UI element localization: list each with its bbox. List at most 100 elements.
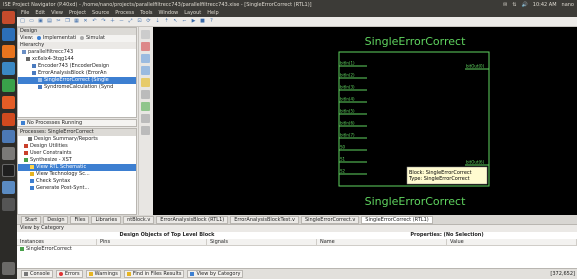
process-view-rtl[interactable]: View RTL Schematic [18,164,136,171]
tree-item-encoder[interactable]: Encoder743 (EncoderDesign [18,63,136,70]
add-source-icon[interactable] [141,78,150,87]
block-outline[interactable] [338,51,490,187]
wire-icon[interactable]: ⌐ [181,18,188,25]
collapse-icon[interactable] [141,66,150,75]
print-icon[interactable]: ▤ [46,18,53,25]
network-icon[interactable]: ⇅ [512,2,516,8]
mail-icon[interactable]: ✉ [503,2,507,8]
tab-libraries[interactable]: Libraries [91,215,122,224]
tab-design[interactable]: Design [43,215,69,224]
new-icon[interactable]: □ [19,18,26,25]
zoom-fit-icon[interactable]: ⤢ [127,18,134,25]
ubuntu-one-icon[interactable] [2,130,15,143]
run-process-icon[interactable] [141,102,150,111]
menu-edit[interactable]: Edit [35,10,45,16]
find-results-tab[interactable]: Find in Files Results [123,270,185,278]
console-tab[interactable]: Console [21,270,53,278]
simulation-option[interactable]: Simulat [86,35,105,41]
redo-icon[interactable]: ↷ [100,18,107,25]
properties-icon[interactable] [141,90,150,99]
implementation-radio-icon[interactable] [36,35,41,40]
software-center-icon[interactable] [2,113,15,126]
save-icon[interactable]: ▣ [37,18,44,25]
pop-icon[interactable]: ⇡ [163,18,170,25]
errors-tab[interactable]: Errors [55,270,83,278]
stop-process-icon[interactable] [141,126,150,135]
zoom-out-icon[interactable]: － [118,18,125,25]
tab-erroranalysis-test[interactable]: ErrorAnalysisBlockTest.v [230,215,299,224]
col-signals[interactable]: Signals [207,239,317,245]
terminal-icon[interactable] [2,164,15,177]
process-synthesize[interactable]: Synthesize - XST [18,157,136,164]
files-icon[interactable] [2,28,15,41]
menu-file[interactable]: File [21,10,29,16]
menu-layout[interactable]: Layout [184,10,201,16]
impress-icon[interactable] [2,96,15,109]
col-pins[interactable]: Pins [97,239,207,245]
trash-icon[interactable] [2,262,15,275]
user-name[interactable]: nano [562,2,574,8]
col-instances[interactable]: Instances [17,239,97,245]
open-icon[interactable]: ▭ [28,18,35,25]
tree-item-singleerrorcorrect[interactable]: SingleErrorCorrect (Single [18,77,136,84]
process-design-summary[interactable]: Design Summary/Reports [18,136,136,143]
stop-icon[interactable]: ■ [199,18,206,25]
col-value[interactable]: Value [447,239,577,245]
menu-help[interactable]: Help [207,10,218,16]
warnings-tab[interactable]: Warnings [85,270,121,278]
run-icon[interactable]: ▶ [190,18,197,25]
pin-icon[interactable] [141,30,150,39]
dash-icon[interactable] [2,11,15,24]
undo-icon[interactable]: ↶ [91,18,98,25]
cut-icon[interactable]: ✂ [55,18,62,25]
process-generate-post[interactable]: Generate Post-Synt... [18,185,136,192]
zoom-in-icon[interactable]: ＋ [109,18,116,25]
process-design-utilities[interactable]: Design Utilities [18,143,136,150]
process-view-tech[interactable]: View Technology Sc... [18,171,136,178]
workspace-icon[interactable] [2,198,15,211]
tab-erroranalysis-rtl[interactable]: ErrorAnalysisBlock (RTL1) [156,215,229,224]
tree-item-project[interactable]: parallelfiltrecc743 [18,49,136,56]
tab-files[interactable]: Files [70,215,90,224]
copy-icon[interactable]: ❐ [64,18,71,25]
refresh-icon[interactable]: ⟳ [145,18,152,25]
firefox-icon[interactable] [2,45,15,58]
select-icon[interactable]: ↖ [172,18,179,25]
tree-item-device[interactable]: xc6slx4-3tqg144 [18,56,136,63]
calc-icon[interactable] [2,79,15,92]
close-panel-icon[interactable] [141,42,150,51]
schematic-canvas[interactable]: SingleErrorCorrect bitIn(1) bitIn(2) bitIn… [153,27,577,215]
menu-process[interactable]: Process [115,10,134,16]
menu-project[interactable]: Project [69,10,86,16]
tab-singleerrorcorrect-v[interactable]: SingleErrorCorrect.v [300,215,360,224]
menu-tools[interactable]: Tools [140,10,152,16]
tree-item-erroranalysis[interactable]: ErrorAnalysisBlock (ErrorAn [18,70,136,77]
menu-window[interactable]: Window [159,10,179,16]
tree-item-syndrome[interactable]: SyndromeCalculation (Synd [18,84,136,91]
volume-icon[interactable]: 🔊 [522,2,528,8]
expand-icon[interactable] [141,54,150,63]
process-user-constraints[interactable]: User Constraints [18,150,136,157]
tab-singleerrorcorrect-rtl[interactable]: SingleErrorCorrect (RTL1) [361,215,433,224]
process-check-syntax[interactable]: Check Syntax [18,178,136,185]
delete-icon[interactable]: ✕ [82,18,89,25]
tab-ntblock[interactable]: ntBlock.v [123,215,155,224]
settings-icon[interactable] [2,147,15,160]
ise-icon[interactable] [2,181,15,194]
implementation-option[interactable]: Implementati [43,35,76,41]
view-by-category-tab[interactable]: View by Category [187,270,244,278]
menu-view[interactable]: View [51,10,63,16]
tools-icon [24,143,28,148]
rerun-icon[interactable] [141,114,150,123]
tab-start[interactable]: Start [21,215,42,224]
simulation-radio-icon[interactable] [79,35,84,40]
writer-icon[interactable] [2,62,15,75]
push-icon[interactable]: ⇣ [154,18,161,25]
zoom-area-icon[interactable]: ⊡ [136,18,143,25]
instance-row[interactable]: SingleErrorCorrect [17,246,577,253]
col-name[interactable]: Name [317,239,447,245]
menu-source[interactable]: Source [92,10,109,16]
clock[interactable]: 10:42 AM [533,2,557,8]
paste-icon[interactable]: ▦ [73,18,80,25]
help-icon[interactable]: ? [208,18,215,25]
